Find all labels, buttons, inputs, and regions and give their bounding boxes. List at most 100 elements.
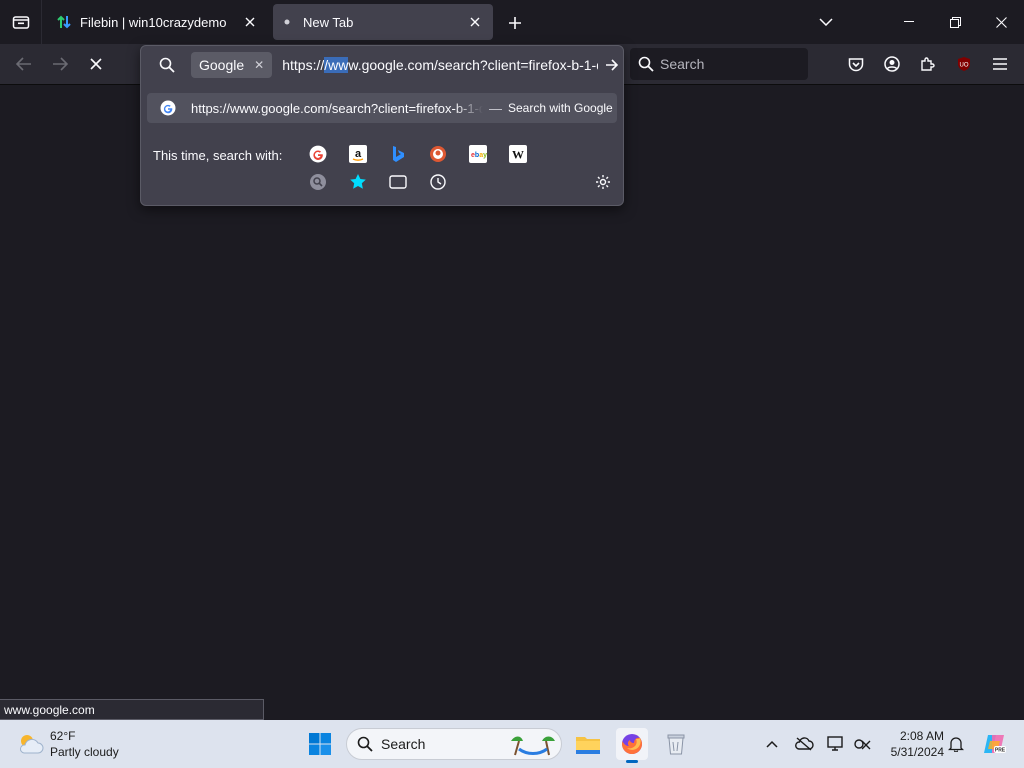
oneoff-wikipedia-button[interactable]: W [507, 143, 529, 165]
tab-new-tab[interactable]: New Tab [273, 4, 493, 40]
search-highlight-beach-icon [511, 736, 555, 756]
firefox-taskbar-button[interactable] [616, 728, 648, 763]
oneoff-search-mode-button[interactable] [307, 171, 329, 193]
show-hidden-icons-button[interactable] [760, 732, 784, 756]
history-clock-icon [430, 174, 446, 190]
forward-arrow-icon [53, 57, 68, 71]
urlbar-input[interactable]: https:///www.google.com/search?client=fi… [282, 57, 598, 73]
close-window-button[interactable] [978, 0, 1024, 44]
search-engine-chip[interactable]: Google ✕ [191, 52, 273, 78]
oneoff-ebay-button[interactable]: ebay [467, 143, 489, 165]
start-button[interactable] [304, 728, 336, 760]
ublock-origin-button[interactable]: UO [948, 48, 980, 80]
go-arrow-icon[interactable] [602, 59, 622, 71]
result-url: https://www.google.com/search?client=fir… [191, 100, 483, 116]
result-separator: — [489, 100, 502, 116]
folder-icon [576, 737, 600, 754]
bookmarks-star-icon [350, 174, 366, 189]
urlbar-input-row[interactable]: Google ✕ https:///www.google.com/search?… [141, 46, 623, 84]
remove-engine-icon[interactable]: ✕ [254, 58, 264, 72]
back-arrow-icon [16, 57, 31, 71]
pocket-icon [848, 57, 864, 71]
tab-title: Filebin | win10crazydemo [80, 14, 227, 30]
copilot-icon: PRE [984, 735, 1006, 754]
tab-list-icon [12, 16, 29, 29]
network-icon [854, 739, 871, 750]
oneoff-amazon-button[interactable]: a [347, 143, 369, 165]
network-volume-tray-icon[interactable] [850, 732, 874, 756]
copilot-button[interactable]: PRE [980, 732, 1008, 756]
ublock-shield-icon: UO [958, 57, 970, 71]
gear-icon [596, 175, 610, 189]
pocket-button[interactable] [840, 48, 872, 80]
one-off-search-label: This time, search with: [153, 148, 283, 163]
stop-icon [90, 58, 102, 70]
oneoff-bing-button[interactable] [387, 143, 409, 165]
taskbar-search-box[interactable]: Search [346, 728, 562, 760]
search-icon [357, 736, 373, 752]
puzzle-icon [921, 57, 935, 71]
duckduckgo-icon [430, 146, 446, 162]
minimize-button[interactable] [886, 0, 932, 44]
svg-text:a: a [355, 148, 362, 160]
chevron-down-icon [819, 18, 833, 26]
urlbar-result-google-search[interactable]: https://www.google.com/search?client=fir… [147, 93, 617, 123]
search-icon [638, 56, 654, 72]
tab-filebin[interactable]: Filebin | win10crazydemo [46, 4, 268, 40]
windows-logo-icon [309, 733, 331, 755]
monitor-icon [827, 736, 843, 751]
minimize-icon [904, 21, 914, 22]
app-menu-button[interactable] [984, 48, 1016, 80]
back-button[interactable] [8, 48, 40, 80]
wikipedia-icon: W [509, 145, 527, 163]
oneoff-tabs-button[interactable] [387, 171, 409, 193]
oneoff-google-button[interactable] [307, 143, 329, 165]
weather-temp: 62°F [50, 729, 76, 743]
svg-text:W: W [512, 148, 524, 162]
svg-text:UO: UO [960, 63, 969, 69]
cloud-off-icon [795, 737, 814, 751]
partly-cloudy-icon [20, 735, 44, 754]
notifications-button[interactable] [944, 732, 968, 756]
tabs-icon [389, 175, 407, 189]
search-bar[interactable]: Search [630, 48, 808, 80]
link-status-panel: www.google.com [0, 699, 264, 720]
oneoff-bookmarks-button[interactable] [347, 171, 369, 193]
chevron-up-icon [766, 740, 778, 748]
extensions-button[interactable] [912, 48, 944, 80]
new-tab-button[interactable] [502, 10, 528, 36]
svg-text:ebay: ebay [471, 152, 487, 159]
stop-loading-button[interactable] [80, 48, 112, 80]
system-clock[interactable]: 2:08 AM 5/31/2024 [880, 728, 944, 760]
close-tab-icon[interactable] [238, 10, 262, 34]
oneoff-duckduckgo-button[interactable] [427, 143, 449, 165]
oneoff-history-button[interactable] [427, 171, 449, 193]
windows-taskbar: 62°F Partly cloudy Search 2:08 AM 5/31/2… [0, 720, 1024, 768]
weather-widget[interactable]: 62°F Partly cloudy [16, 728, 119, 760]
url-text-selected: /ww [324, 57, 349, 73]
restore-button[interactable] [932, 0, 978, 44]
search-settings-button[interactable] [592, 171, 614, 193]
forward-button[interactable] [44, 48, 76, 80]
taskbar-search-placeholder: Search [381, 736, 426, 752]
account-button[interactable] [876, 48, 908, 80]
close-icon [995, 16, 1007, 28]
hamburger-menu-icon [993, 58, 1007, 70]
bell-icon [948, 737, 964, 752]
onedrive-tray-icon[interactable] [792, 732, 816, 756]
tab-overflow-button[interactable] [803, 0, 849, 44]
recycle-bin-taskbar-button[interactable] [660, 728, 692, 760]
ebay-icon: ebay [469, 145, 487, 163]
tab-title: New Tab [303, 14, 354, 30]
google-icon [159, 99, 177, 117]
amazon-icon: a [349, 145, 367, 163]
display-tray-icon[interactable] [824, 732, 848, 756]
tab-strip: Filebin | win10crazydemo New Tab [0, 0, 1024, 44]
urlbar-dropdown: Google ✕ https:///www.google.com/search?… [140, 45, 624, 206]
list-all-tabs-button[interactable] [0, 0, 42, 44]
close-tab-icon[interactable] [463, 10, 487, 34]
clock-date: 5/31/2024 [890, 745, 944, 759]
recycle-bin-icon [667, 734, 685, 755]
file-explorer-taskbar-button[interactable] [572, 728, 604, 760]
url-text-before: https:// [282, 57, 325, 73]
